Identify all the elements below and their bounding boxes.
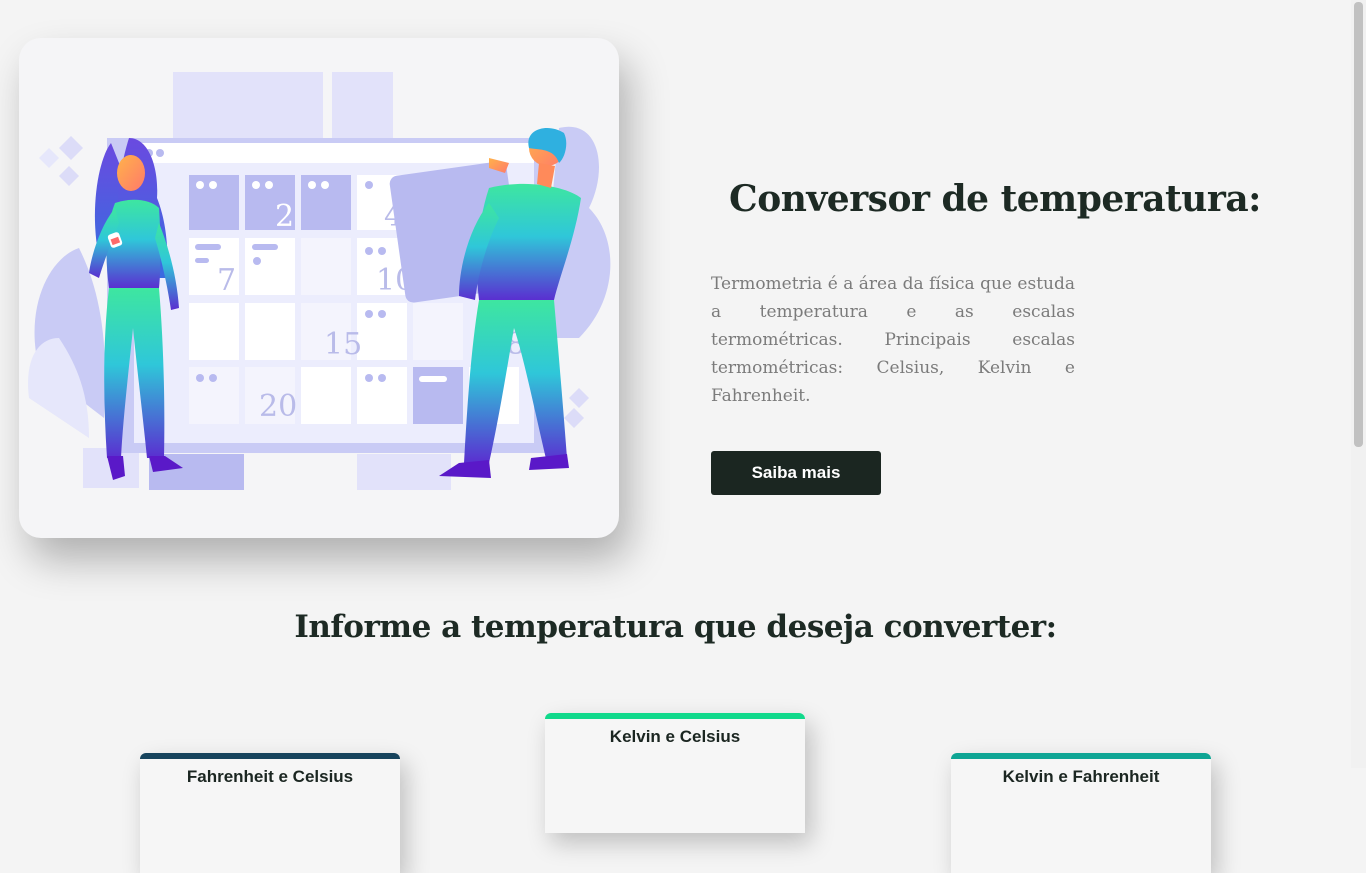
page-title: Conversor de temperatura: bbox=[729, 178, 1261, 220]
card-label: Kelvin e Celsius bbox=[609, 727, 741, 746]
card-label: Kelvin e Fahrenheit bbox=[1002, 767, 1160, 786]
hero-description: Termometria é a área da física que estud… bbox=[711, 274, 1075, 406]
saiba-mais-button[interactable]: Saiba mais bbox=[711, 451, 881, 495]
svg-text:2: 2 bbox=[275, 199, 294, 234]
scrollbar-thumb[interactable] bbox=[1354, 2, 1363, 447]
converter-card-kelvin-celsius[interactable]: Kelvin e Celsius bbox=[545, 713, 805, 833]
converter-card-kelvin-fahrenheit[interactable]: Kelvin e Fahrenheit bbox=[951, 753, 1211, 873]
svg-text:7: 7 bbox=[217, 263, 236, 298]
converter-section-title: Informe a temperatura que deseja convert… bbox=[294, 609, 1057, 645]
svg-text:15: 15 bbox=[324, 327, 362, 362]
page-scrollbar[interactable] bbox=[1351, 0, 1366, 768]
converter-card-fahrenheit-celsius[interactable]: Fahrenheit e Celsius bbox=[140, 753, 400, 873]
hero-illustration-card: 2 7 10 15 18 20 4 bbox=[19, 38, 619, 538]
calendar-illustration-icon: 2 7 10 15 18 20 4 bbox=[28, 72, 611, 490]
svg-text:20: 20 bbox=[259, 389, 297, 424]
card-label: Fahrenheit e Celsius bbox=[186, 767, 354, 786]
